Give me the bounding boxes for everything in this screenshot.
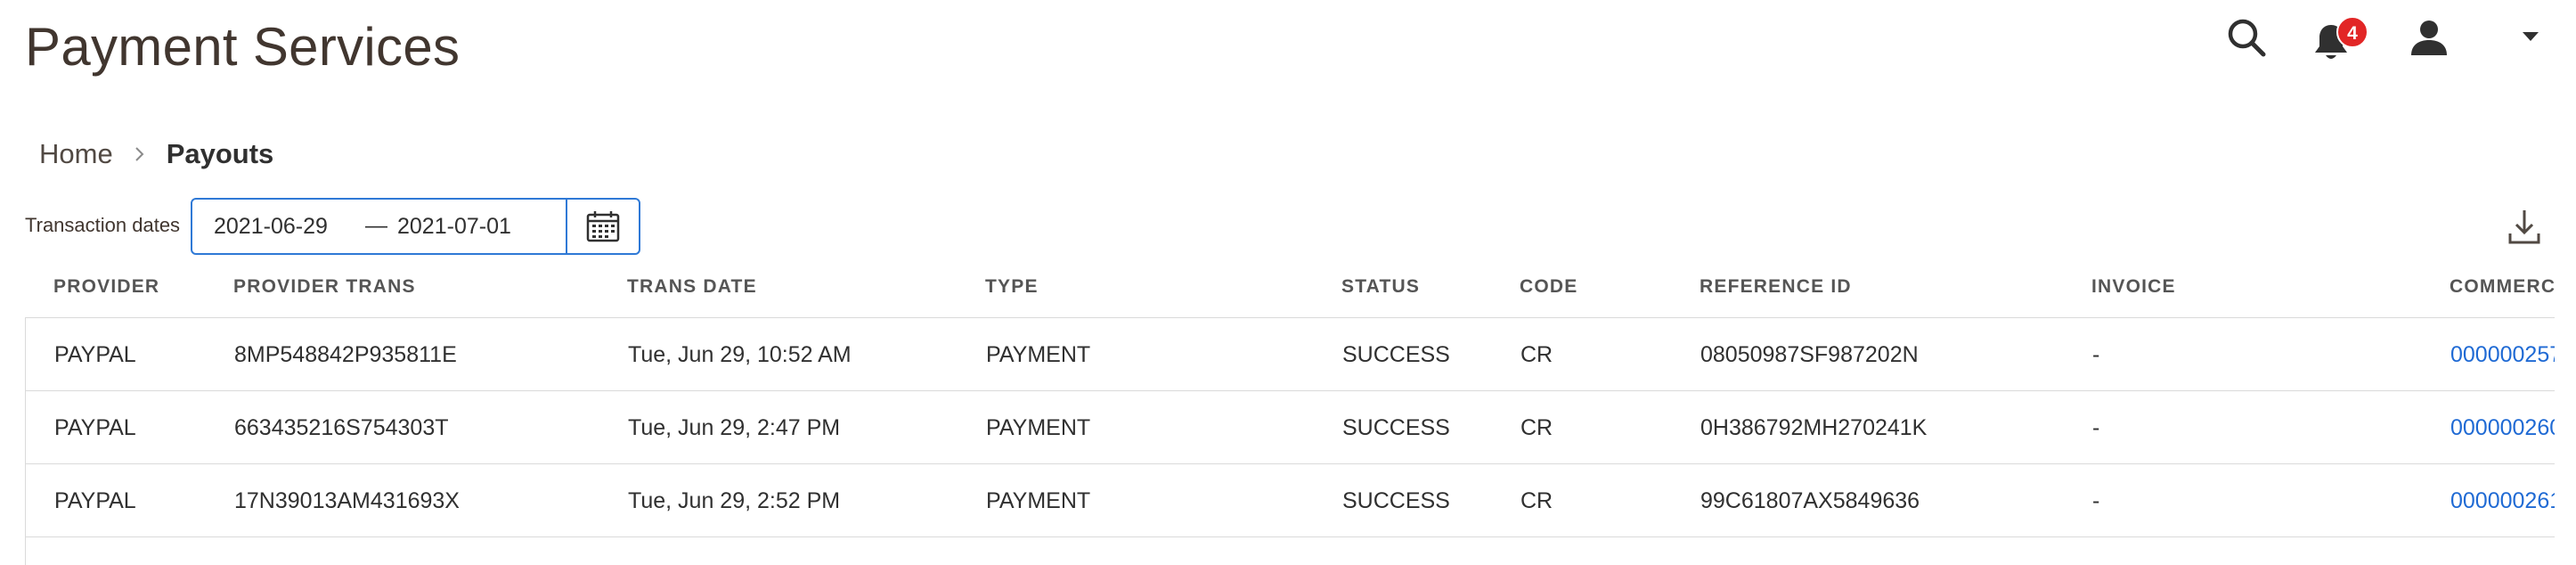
cell-type: PAYMENT xyxy=(986,415,1091,440)
column-header-trans-date[interactable]: TRANS DATE xyxy=(627,276,757,298)
user-icon xyxy=(2411,20,2447,55)
cell-reference-id: 99C61807AX5849636 xyxy=(1700,488,1920,513)
chevron-down-icon xyxy=(2523,32,2539,41)
cell-trans-date: Tue, Jun 29, 2:47 PM xyxy=(628,415,841,440)
table-row[interactable]: PAYPAL 17N39013AM431693X Tue, Jun 29, 2:… xyxy=(26,464,2555,537)
notification-count-badge: 4 xyxy=(2336,16,2368,48)
table-row-partial xyxy=(26,537,2555,565)
date-range-picker: — xyxy=(191,198,640,255)
download-icon xyxy=(2508,210,2540,244)
cell-commerce-link[interactable]: 000000261 xyxy=(2450,464,2555,537)
cell-commerce-link[interactable]: 000000257 xyxy=(2450,318,2555,391)
table-row[interactable]: PAYPAL 663435216S754303T Tue, Jun 29, 2:… xyxy=(26,391,2555,464)
cell-trans-date: Tue, Jun 29, 10:52 AM xyxy=(628,342,852,367)
table-body: PAYPAL 8MP548842P935811E Tue, Jun 29, 10… xyxy=(25,317,2555,565)
notifications-button[interactable]: 4 xyxy=(2311,16,2374,61)
cell-commerce-link[interactable]: 000000260 xyxy=(2450,391,2555,464)
search-button[interactable] xyxy=(2225,16,2270,61)
cell-invoice: - xyxy=(2092,415,2100,440)
table-row[interactable]: PAYPAL 8MP548842P935811E Tue, Jun 29, 10… xyxy=(26,318,2555,391)
cell-status: SUCCESS xyxy=(1342,488,1450,513)
column-header-reference-id[interactable]: REFERENCE ID xyxy=(1700,276,1852,298)
transaction-dates-label: Transaction dates xyxy=(25,214,181,236)
cell-reference-id: 08050987SF987202N xyxy=(1700,342,1919,367)
table-header: PROVIDER PROVIDER TRANS TRANS DATE TYPE … xyxy=(25,264,2555,317)
header-actions: 4 xyxy=(2184,0,2576,80)
chevron-right-icon xyxy=(113,141,167,168)
cell-invoice: - xyxy=(2092,342,2100,367)
user-account-button[interactable] xyxy=(2407,16,2451,61)
breadcrumb-home-link[interactable]: Home xyxy=(39,138,113,170)
breadcrumb-current: Payouts xyxy=(166,138,274,169)
calendar-icon xyxy=(586,211,620,242)
cell-invoice: - xyxy=(2092,488,2100,513)
cell-status: SUCCESS xyxy=(1342,415,1450,440)
cell-code: CR xyxy=(1520,488,1553,513)
column-header-provider-trans[interactable]: PROVIDER TRANS xyxy=(233,276,416,298)
cell-type: PAYMENT xyxy=(986,342,1091,367)
date-range-separator: — xyxy=(365,213,387,238)
cell-type: PAYMENT xyxy=(986,488,1091,513)
cell-provider-trans: 8MP548842P935811E xyxy=(234,342,457,367)
cell-provider: PAYPAL xyxy=(54,415,136,440)
cell-reference-id: 0H386792MH270241K xyxy=(1700,415,1928,440)
page-title: Payment Services xyxy=(25,17,461,77)
breadcrumb: Home Payouts xyxy=(39,138,273,170)
cell-code: CR xyxy=(1520,415,1553,440)
date-to-input[interactable] xyxy=(397,200,562,253)
payouts-table: PROVIDER PROVIDER TRANS TRANS DATE TYPE … xyxy=(25,264,2555,565)
column-header-code[interactable]: CODE xyxy=(1520,276,1577,298)
download-button[interactable] xyxy=(2505,207,2544,246)
cell-provider-trans: 663435216S754303T xyxy=(234,415,449,440)
date-from-input[interactable] xyxy=(214,200,365,253)
column-header-provider[interactable]: PROVIDER xyxy=(53,276,159,298)
calendar-button[interactable] xyxy=(566,200,639,253)
search-icon xyxy=(2228,19,2266,57)
column-header-status[interactable]: STATUS xyxy=(1341,276,1420,298)
column-header-commerce[interactable]: COMMERCE xyxy=(2450,276,2555,298)
cell-provider-trans: 17N39013AM431693X xyxy=(234,488,460,513)
cell-provider: PAYPAL xyxy=(54,488,136,513)
column-header-invoice[interactable]: INVOICE xyxy=(2091,276,2176,298)
column-header-type[interactable]: TYPE xyxy=(985,276,1039,298)
account-menu-toggle[interactable] xyxy=(2519,27,2542,45)
cell-provider: PAYPAL xyxy=(54,342,136,367)
cell-status: SUCCESS xyxy=(1342,342,1450,367)
cell-trans-date: Tue, Jun 29, 2:52 PM xyxy=(628,488,841,513)
cell-code: CR xyxy=(1520,342,1553,367)
